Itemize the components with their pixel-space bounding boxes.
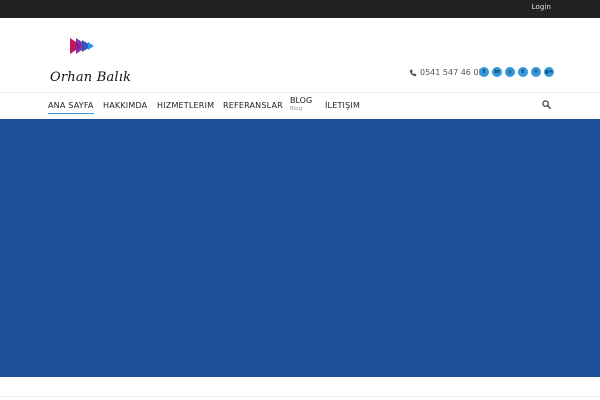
- nav-item-blog-label: BLOG: [290, 96, 313, 105]
- nav-item-ana-sayfa[interactable]: ANA SAYFA: [48, 101, 94, 114]
- nav-item-hakkimda[interactable]: HAKKIMDA: [103, 101, 147, 110]
- nav-item-blog[interactable]: BLOG Blog: [290, 96, 312, 112]
- linkedin-icon[interactable]: in: [492, 67, 502, 77]
- phone-icon: [409, 69, 417, 76]
- main-nav: ANA SAYFA HAKKIMDA HIZMETLERIM REFERANSL…: [0, 92, 600, 119]
- google-plus-icon[interactable]: g+: [544, 67, 554, 77]
- facebook-icon[interactable]: f: [479, 67, 489, 77]
- search-icon[interactable]: [542, 100, 551, 109]
- divider: [0, 396, 600, 397]
- nav-item-referanslar[interactable]: REFERANSLAR: [223, 101, 283, 110]
- instagram-icon[interactable]: ◎: [505, 67, 515, 77]
- login-link[interactable]: Login: [532, 3, 551, 11]
- nav-item-blog-sub: Blog: [290, 106, 303, 112]
- email-icon[interactable]: ✉: [531, 67, 541, 77]
- logo-text[interactable]: Orhan Balık: [50, 70, 131, 85]
- twitter-icon[interactable]: t: [518, 67, 528, 77]
- site-header: Orhan Balık 0541 547 46 05 f in ◎ t ✉ g+: [0, 18, 600, 92]
- hero-banner: [0, 119, 600, 377]
- nav-item-iletisim[interactable]: İLETIŞIM: [325, 101, 360, 110]
- top-bar: Login: [0, 0, 600, 18]
- phone-number: 0541 547 46 05: [420, 68, 484, 77]
- social-links: f in ◎ t ✉ g+: [479, 67, 554, 77]
- nav-item-hizmetlerim[interactable]: HIZMETLERIM: [157, 101, 214, 110]
- phone-contact[interactable]: 0541 547 46 05: [409, 68, 484, 77]
